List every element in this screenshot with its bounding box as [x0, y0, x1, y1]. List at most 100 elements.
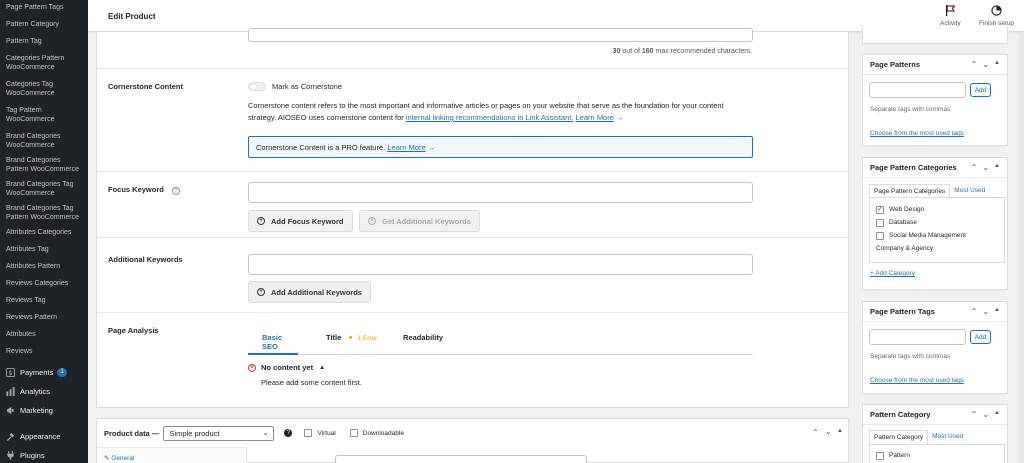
get-additional-keywords-button[interactable]: + Get Additional Keywords [359, 210, 480, 232]
button-label: Get Additional Keywords [382, 216, 471, 226]
chevron-up-icon[interactable]: ⌃ [971, 307, 978, 316]
sidebar-subitem[interactable]: Categories Tag WooCommerce [0, 74, 88, 100]
sidebar-subitem[interactable]: Categories Pattern WooCommerce [0, 48, 88, 74]
sidebar-subitem[interactable]: Brand Categories WooCommerce [0, 126, 88, 152]
chevron-down-icon[interactable]: ⌄ [982, 60, 989, 69]
sidebar-subitem[interactable]: Attributes Pattern [0, 256, 88, 273]
category-item[interactable]: Database [876, 216, 998, 229]
chevron-down-icon[interactable]: ⌄ [982, 163, 989, 172]
sidebar-subitem[interactable]: Reviews [0, 341, 88, 358]
toggle-switch[interactable] [248, 82, 266, 91]
additional-keywords-input[interactable] [248, 254, 753, 275]
add-page-pattern-tag-button[interactable]: Add [970, 330, 991, 344]
scrollbar[interactable] [1019, 32, 1024, 463]
chevron-up-icon[interactable]: ⌃ [812, 428, 819, 437]
finish-setup-button[interactable]: Finish setup [979, 5, 1014, 27]
sidebar-subitem[interactable]: Brand Categories Tag Pattern WooCommerce [0, 200, 88, 224]
category-item[interactable]: Pattern [876, 449, 998, 462]
product-type-select[interactable]: Simple product ⌄ [163, 425, 275, 441]
chevron-down-icon[interactable]: ⌄ [982, 410, 989, 419]
no-content-message: Please add some content first. [261, 378, 362, 387]
char-max: 160 [641, 48, 654, 55]
tab-general[interactable]: ✎ General [97, 448, 246, 462]
learn-more-link[interactable]: Learn More [576, 113, 614, 122]
tab-label: Readability [403, 333, 444, 342]
tab-readability[interactable]: Readability [403, 333, 443, 342]
sidebar-item-marketing[interactable]: Marketing [0, 401, 88, 420]
collapse-arrow-icon[interactable]: ▲ [994, 307, 1000, 316]
pro-learn-more-link[interactable]: Learn More [387, 143, 425, 152]
choose-most-used-link[interactable]: Choose from the most used tags [870, 377, 964, 384]
chevron-down-icon[interactable]: ⌄ [825, 427, 832, 436]
sidebar-subitem[interactable]: Attributes Categories [0, 224, 88, 239]
char-text: max recommended characters. [653, 48, 753, 55]
checkbox-checked[interactable]: ✓ [876, 205, 884, 214]
help-icon[interactable]: ? [171, 187, 180, 195]
checkbox[interactable] [876, 218, 884, 227]
sidebar-item-plugins[interactable]: Plugins [0, 446, 88, 463]
activity-button[interactable]: Activity [940, 5, 961, 27]
collapse-arrow-icon[interactable]: ▲ [994, 163, 1000, 172]
sidebar-subitem[interactable]: Reviews Tag [0, 290, 88, 307]
appearance-icon [5, 432, 15, 442]
sidebar-subitem[interactable]: Brand Categories Pattern WooCommerce [0, 152, 88, 176]
collapse-arrow-icon[interactable]: ▲ [994, 60, 1000, 69]
category-label: Company & Agency [876, 245, 934, 252]
category-item[interactable]: Company & Agency [876, 242, 998, 255]
focus-keyword-input[interactable] [248, 182, 753, 203]
focus-keyword-row: Focus Keyword ? + Add Focus Keyword + Get … [97, 171, 848, 237]
chevron-up-icon: ▲ [319, 364, 326, 371]
meta-description-input[interactable] [248, 28, 753, 42]
plus-circle-icon: + [368, 217, 376, 225]
sidebar-subitem[interactable]: Brand Categories Tag WooCommerce [0, 176, 88, 200]
virtual-checkbox[interactable] [304, 429, 313, 437]
tab-label: Title [326, 333, 342, 342]
chevron-up-icon[interactable]: ⌃ [971, 410, 978, 419]
hint-text: Separate tags with commas [870, 353, 951, 360]
add-focus-keyword-button[interactable]: + Add Focus Keyword [248, 210, 353, 232]
sidebar-subitem[interactable]: Pattern Tag [0, 31, 88, 48]
tab-basic-seo[interactable]: Basic SEO [248, 328, 298, 355]
tab-all-categories[interactable]: Pattern Category [869, 430, 929, 445]
collapse-arrow-icon[interactable]: ▲ [837, 428, 843, 434]
category-item[interactable]: Social Media Management [876, 229, 998, 242]
tab-title[interactable]: Title 1 Error [326, 333, 377, 342]
sidebar-subitem[interactable]: Tag Pattern WooCommerce [0, 100, 88, 126]
sidebar-item-analytics[interactable]: Analytics [0, 382, 88, 401]
cornerstone-toggle[interactable]: Mark as Cornerstone [248, 82, 342, 91]
chevron-up-icon[interactable]: ⌃ [971, 60, 978, 69]
add-page-pattern-button[interactable]: Add [970, 83, 991, 97]
page-pattern-tags-input[interactable] [869, 329, 966, 345]
arrow-right-icon: → [427, 142, 436, 152]
sidebar-subitem[interactable]: Attributes Tag [0, 239, 88, 256]
add-additional-keywords-button[interactable]: + Add Additional Keywords [248, 281, 371, 303]
collapse-arrow-icon[interactable]: ▲ [994, 410, 1000, 419]
sidebar-subitem[interactable]: Page Pattern Tags [0, 1, 88, 14]
sidebar-item-appearance[interactable]: Appearance [0, 427, 88, 446]
sidebar-subitem[interactable]: Reviews Categories [0, 273, 88, 290]
checkbox[interactable] [876, 451, 884, 460]
add-category-link[interactable]: + Add Category [870, 270, 915, 277]
downloadable-checkbox[interactable] [349, 429, 358, 437]
choose-most-used-link[interactable]: Choose from the most used tags [870, 130, 964, 137]
svg-text:$: $ [8, 370, 12, 377]
analysis-tabs: Basic SEO Title 1 Error Readability [248, 328, 753, 355]
wrench-icon: ✎ [104, 455, 110, 462]
sidebar-subitem[interactable]: Pattern Category [0, 14, 88, 31]
sidebar-subitem[interactable]: Reviews Pattern [0, 307, 88, 324]
category-item[interactable]: ✓ Web Design [876, 203, 998, 216]
checkbox[interactable] [876, 231, 884, 240]
help-icon[interactable]: ? [284, 429, 293, 437]
sidebar-item-payments[interactable]: $ Payments 1 [0, 363, 88, 382]
char-text: out of [620, 48, 642, 55]
box-title: Page Patterns [870, 60, 921, 69]
internal-linking-link[interactable]: internal linking recommendations in Link… [406, 113, 574, 122]
chevron-up-icon[interactable]: ⌃ [971, 163, 978, 172]
sidebar-subitem[interactable]: Attributes [0, 324, 88, 341]
no-content-header[interactable]: × No content yet ▲ [248, 363, 325, 372]
chevron-down-icon[interactable]: ⌄ [982, 307, 989, 316]
page-patterns-input[interactable] [869, 82, 966, 98]
tab-most-used[interactable]: Most Used [928, 430, 967, 445]
sidebar-item-label: Plugins [20, 451, 45, 460]
regular-price-input[interactable] [335, 455, 587, 463]
